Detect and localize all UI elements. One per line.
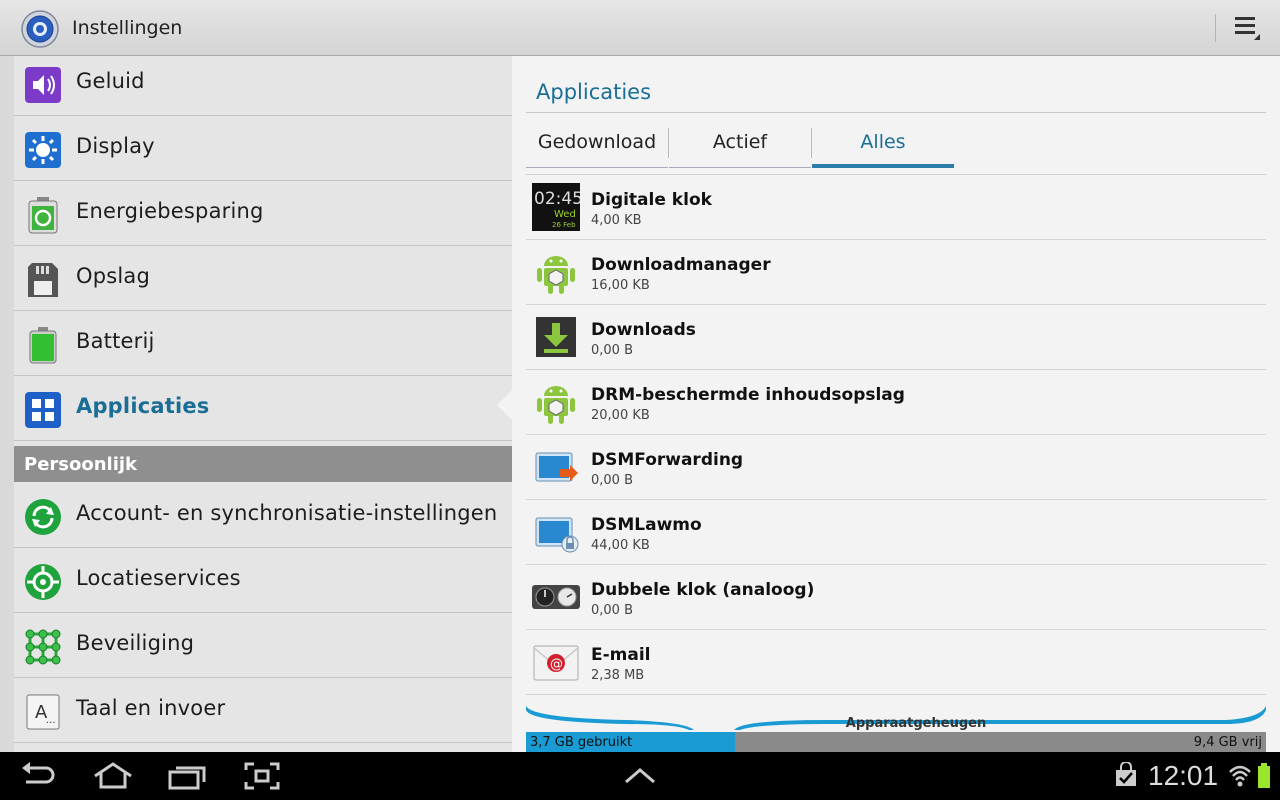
sidebar-item-geluid[interactable]: Geluid (14, 56, 512, 116)
sidebar-item-label: Account- en synchronisatie-instellingen (76, 501, 498, 525)
selection-pointer (497, 389, 513, 421)
sync-icon (25, 499, 61, 535)
language-input-icon: A ... (26, 694, 60, 730)
sd-card-icon (28, 263, 58, 297)
app-list-item[interactable]: DRM-beschermde inhoudsopslag 20,00 KB (526, 370, 1266, 435)
storage-label: Apparaatgeheugen (845, 716, 987, 731)
app-list-item[interactable]: Downloads 0,00 B (526, 305, 1266, 370)
digital-clock-icon: 02:45 Wed 26 Feb (532, 183, 580, 231)
security-pattern-icon (25, 629, 61, 665)
storage-used-label: 3,7 GB gebruikt (530, 735, 633, 750)
sidebar-item-opslag[interactable]: Opslag (14, 246, 512, 311)
status-clock: 12:01 (1148, 760, 1219, 791)
app-list-item[interactable]: DSMForwarding 0,00 B (526, 435, 1266, 500)
tab-alles[interactable]: Alles (812, 120, 954, 168)
screenshot-icon[interactable] (244, 762, 280, 790)
app-name: DSMForwarding (591, 450, 744, 470)
up-arrow-icon[interactable] (624, 762, 656, 790)
app-name: Dubbele klok (analoog) (591, 580, 815, 600)
clock-icon-date: 26 Feb (552, 221, 576, 229)
section-header-label: Persoonlijk (24, 454, 138, 475)
section-header-persoonlijk: Persoonlijk (14, 446, 512, 482)
settings-list: Geluid Display Energiebesparing Opslag B… (14, 56, 512, 752)
applications-panel: Applicaties Gedownload Actief Alles 02:4… (512, 56, 1280, 752)
sidebar-item-locatieservices[interactable]: Locatieservices (14, 548, 512, 613)
sidebar-item-label: Opslag (76, 264, 151, 288)
app-name: DSMLawmo (591, 515, 702, 535)
storage-bar: 3,7 GB gebruikt 9,4 GB vrij (526, 732, 1266, 752)
app-size: 44,00 KB (591, 538, 650, 553)
app-list-item[interactable]: DSMLawmo 44,00 KB (526, 500, 1266, 565)
app-name: E-mail (591, 645, 651, 665)
app-list-item[interactable]: Downloadmanager 16,00 KB (526, 240, 1266, 305)
sidebar-item-label: Energiebesparing (76, 199, 264, 223)
app-title: Instellingen (72, 17, 183, 39)
sidebar-item-label: Beveiliging (76, 631, 195, 655)
overflow-menu-icon[interactable] (1226, 10, 1266, 46)
clock-icon-time: 02:45 (534, 189, 580, 209)
divider (1215, 14, 1216, 42)
app-size: 20,00 KB (591, 408, 650, 423)
app-size: 16,00 KB (591, 278, 650, 293)
tab-gedownload[interactable]: Gedownload (526, 120, 668, 168)
recent-apps-icon[interactable] (168, 762, 208, 790)
app-list-item[interactable]: 02:45 Wed 26 Feb Digitale klok 4,00 KB (526, 175, 1266, 240)
dual-analog-clock-icon (532, 585, 580, 609)
sidebar-item-label: Taal en invoer (76, 696, 226, 720)
notification-bag-icon[interactable] (1114, 762, 1138, 790)
clock-icon-day: Wed (554, 209, 576, 220)
sound-icon (25, 67, 61, 103)
app-size: 0,00 B (591, 603, 633, 618)
android-icon (537, 256, 575, 294)
sidebar-item-label: Batterij (76, 329, 155, 353)
location-icon (25, 564, 61, 600)
battery-icon (29, 327, 57, 364)
applications-grid-icon (25, 392, 61, 428)
power-saving-icon (28, 197, 58, 234)
display-brightness-icon (25, 132, 61, 168)
app-name: Downloadmanager (591, 255, 771, 275)
sidebar-item-label: Locatieservices (76, 566, 241, 590)
sidebar-item-energiebesparing[interactable]: Energiebesparing (14, 181, 512, 246)
email-icon: @ (533, 645, 579, 681)
storage-free-label: 9,4 GB vrij (1193, 735, 1262, 750)
svg-text:@: @ (550, 657, 563, 672)
app-size: 0,00 B (591, 473, 633, 488)
app-name: Digitale klok (591, 190, 712, 210)
system-bar: 12:01 (0, 752, 1280, 800)
app-list-item[interactable]: @ E-mail 2,38 MB (526, 630, 1266, 695)
app-size: 4,00 KB (591, 213, 642, 228)
tab-actief[interactable]: Actief (669, 120, 811, 168)
battery-icon (1258, 763, 1270, 788)
settings-gear-icon[interactable] (20, 9, 60, 49)
storage-indicator: Apparaatgeheugen 3,7 GB gebruikt 9,4 GB … (526, 700, 1266, 752)
divider (526, 112, 1266, 113)
sidebar-item-taal-invoer[interactable]: A ... Taal en invoer (14, 678, 512, 743)
back-icon[interactable] (20, 762, 56, 790)
android-icon (537, 386, 575, 424)
app-size: 2,38 MB (591, 668, 645, 683)
action-bar: Instellingen (0, 0, 1280, 56)
sidebar-item-account-sync[interactable]: Account- en synchronisatie-instellingen (14, 483, 512, 548)
app-size: 0,00 B (591, 343, 633, 358)
download-arrow-icon (536, 317, 576, 357)
app-name: DRM-beschermde inhoudsopslag (591, 385, 905, 405)
dsm-forwarding-icon (535, 452, 578, 482)
sidebar-item-batterij[interactable]: Batterij (14, 311, 512, 376)
home-icon[interactable] (92, 762, 134, 790)
sidebar-item-applicaties[interactable]: Applicaties (14, 376, 512, 441)
sidebar-item-label: Display (76, 134, 155, 158)
sidebar-item-display[interactable]: Display (14, 116, 512, 181)
app-name: Downloads (591, 320, 696, 340)
wifi-icon (1229, 765, 1251, 787)
sidebar-item-beveiliging[interactable]: Beveiliging (14, 613, 512, 678)
sidebar-item-label: Geluid (76, 69, 145, 93)
sidebar-item-label: Applicaties (76, 394, 210, 418)
page-title: Applicaties (536, 80, 652, 104)
app-list-item[interactable]: Dubbele klok (analoog) 0,00 B (526, 565, 1266, 630)
svg-text:...: ... (46, 715, 56, 726)
dsm-lawmo-icon (535, 517, 579, 553)
